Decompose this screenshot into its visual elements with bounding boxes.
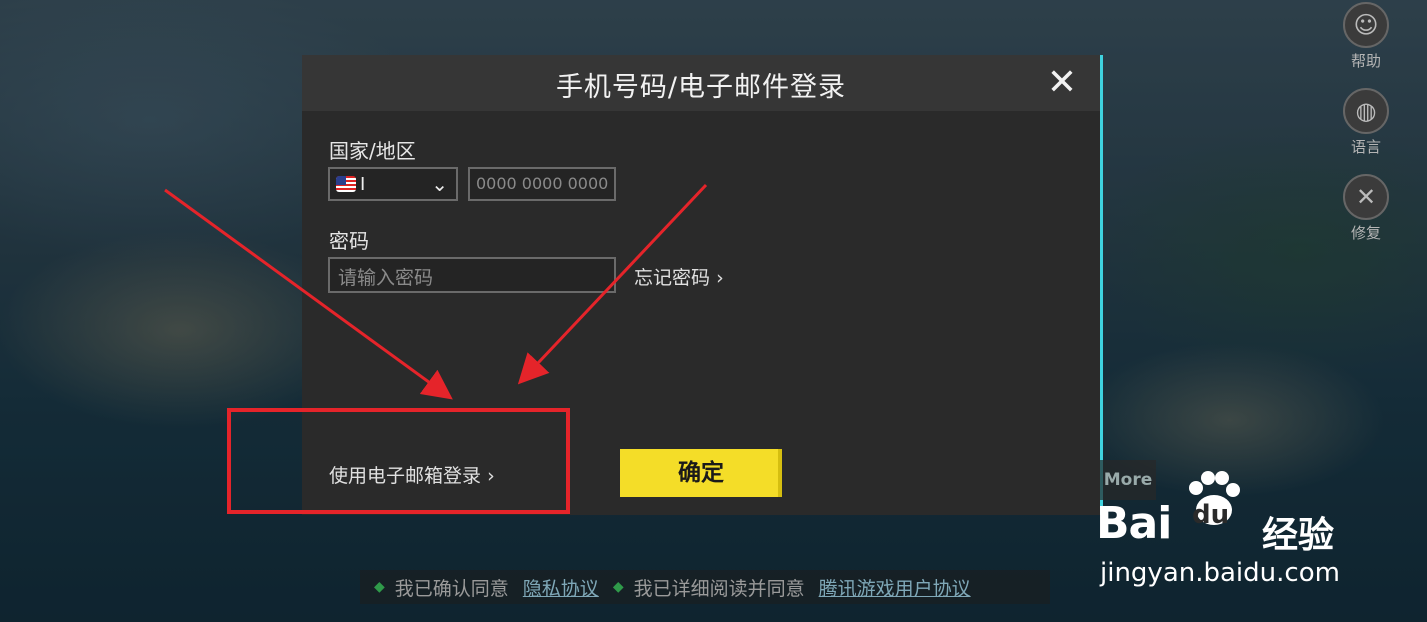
annotation-arrow-left <box>164 188 453 400</box>
baidu-jingyan-watermark: Bai du 经验 jingyan.baidu.com <box>1092 470 1422 610</box>
watermark-product: 经验 <box>1262 515 1335 556</box>
watermark-brand: Bai <box>1096 498 1172 549</box>
annotation-highlight-box <box>227 408 570 514</box>
annotation-arrow-right <box>517 183 708 385</box>
watermark-url: jingyan.baidu.com <box>1100 558 1340 588</box>
watermark-brand-paw: du <box>1192 500 1230 530</box>
